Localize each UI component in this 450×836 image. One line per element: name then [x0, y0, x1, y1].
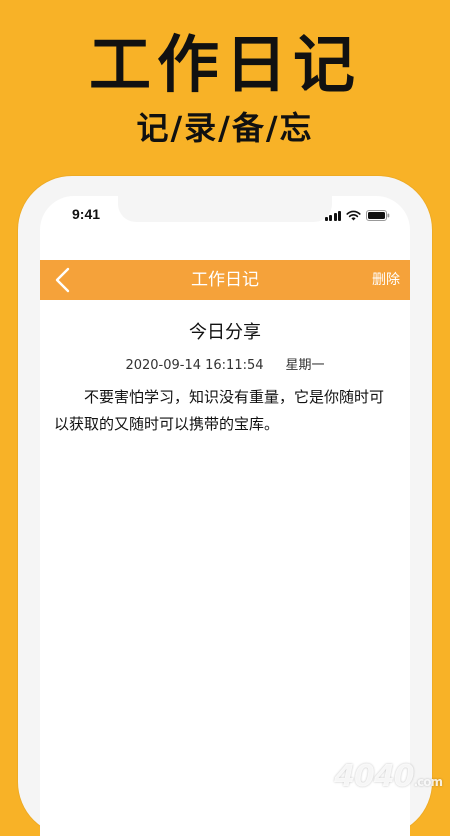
nav-bar: 工作日记 删除: [40, 260, 410, 300]
nav-title: 工作日记: [191, 270, 259, 290]
watermark-suffix: .com: [413, 775, 443, 789]
entry-meta: 2020-09-14 16:11:54 星期一: [40, 354, 410, 373]
phone-screen: 9:41 工作日记 删除 今日分享 2020-09-14 16:11:54 星期…: [40, 196, 410, 836]
signal-icon: [324, 211, 341, 221]
promo-title: 工作日记: [88, 28, 361, 101]
entry-title: 今日分享: [189, 322, 261, 343]
delete-button[interactable]: 删除: [372, 260, 400, 300]
entry-weekday: 星期一: [285, 358, 325, 373]
status-icons: [324, 209, 391, 221]
entry-datetime: 2020-09-14 16:11:54: [125, 358, 264, 373]
status-time: 9:41: [72, 206, 101, 222]
battery-icon: [366, 210, 390, 221]
promo-subtitle: 记/录/备/忘: [136, 109, 314, 147]
phone-notch: [118, 196, 332, 222]
watermark-text: 4040: [334, 759, 414, 794]
wifi-icon: [346, 210, 361, 221]
watermark-logo: 4040.com: [334, 759, 443, 794]
phone-frame: 9:41 工作日记 删除 今日分享 2020-09-14 16:11:54 星期…: [18, 176, 432, 836]
entry-body: 不要害怕学习，知识没有重量，它是你随时可以获取的又随时可以携带的宝库。: [54, 388, 385, 433]
chevron-left-icon[interactable]: [52, 266, 74, 294]
